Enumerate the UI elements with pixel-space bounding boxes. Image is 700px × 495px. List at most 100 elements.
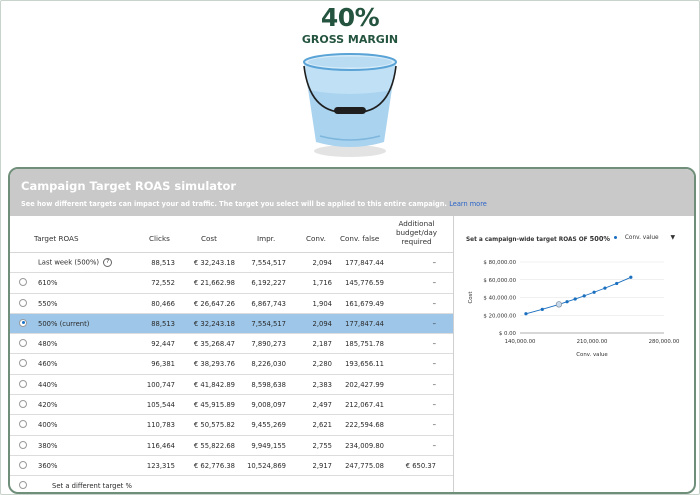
table-row[interactable]: 420% 105,544 € 45,915.89 9,008,097 2,497 212,… [10, 395, 453, 416]
cell-impr: 7,890,273 [251, 340, 286, 349]
cell-impr: 9,008,097 [251, 401, 286, 410]
cell-conv-false: 234,009.80 [345, 441, 384, 450]
cell-impr: 10,524,869 [247, 461, 286, 470]
table-row[interactable]: 550% 80,466 € 26,647.26 6,867,743 1,904 161,6… [10, 294, 453, 314]
table-row[interactable]: 460% 96,381 € 38,293.76 8,226,030 2,280 193,6… [10, 354, 453, 375]
y-tick-label: $ 0.00 [499, 331, 517, 337]
cell-target-roas: 500% (current) [38, 319, 90, 328]
cell-conv: 2,621 [312, 421, 332, 430]
learn-more-link[interactable]: Learn more [449, 200, 487, 208]
x-tick-label: 210,000.00 [577, 339, 608, 345]
cell-conv: 2,917 [312, 461, 332, 470]
x-tick-label: 280,000.00 [649, 339, 680, 345]
cell-impr: 9,455,269 [251, 421, 286, 430]
cell-cost: € 62,776.38 [193, 461, 235, 470]
cell-conv-false: 247,775.08 [345, 461, 384, 470]
roas-simulator-panel: Campaign Target ROAS simulator See how d… [8, 167, 696, 494]
data-point [582, 294, 586, 298]
chart-panel: Set a campaign-wide target ROAS OF 500% … [453, 216, 694, 492]
cell-clicks: 110,783 [146, 421, 175, 430]
cell-cost: € 32,243.18 [193, 319, 235, 328]
radio-button[interactable] [19, 481, 27, 490]
table-row[interactable]: 400% 110,783 € 50,575.82 9,455,269 2,621 222,… [10, 415, 453, 436]
table-row[interactable]: 500% (current) 88,513 € 32,243.18 7,554,517… [10, 313, 453, 335]
cell-cost: € 32,243.18 [193, 259, 235, 267]
cell-conv: 2,094 [312, 259, 332, 267]
data-point [615, 281, 619, 286]
cell-target-roas: 400% [38, 421, 58, 430]
cell-cost: € 21,662.98 [193, 279, 235, 288]
cell-clicks: 92,447 [151, 340, 175, 349]
radio-button[interactable] [19, 420, 27, 429]
y-tick-label: $ 20,000.00 [483, 313, 516, 319]
cell-clicks: 72,552 [151, 279, 175, 288]
radio-button[interactable] [19, 339, 27, 348]
radio-button[interactable] [19, 400, 27, 409]
cell-budget: – [432, 421, 436, 430]
data-point [540, 307, 544, 311]
cell-impr: 7,554,517 [251, 259, 286, 267]
cell-clicks: 96,381 [151, 360, 175, 369]
cell-cost: € 50,575.82 [193, 421, 235, 430]
y-axis-label: Cost [468, 292, 474, 304]
radio-button[interactable] [19, 318, 27, 327]
cell-impr: 7,554,517 [251, 319, 286, 328]
cell-impr: 8,598,638 [251, 380, 286, 389]
cell-clicks: 88,513 [151, 319, 175, 328]
table-row-last-week: Last week (500%) ? 88,513 € 32,243.18 7,… [10, 253, 453, 274]
y-tick-label: $ 60,000.00 [483, 278, 516, 284]
cell-target-roas: 360% [38, 461, 58, 470]
data-point [592, 290, 596, 294]
cell-budget: – [432, 401, 436, 410]
table-row-different-target[interactable]: Set a different target % [10, 476, 453, 492]
gross-margin-percent: 40% [320, 3, 380, 32]
cell-clicks: 105,544 [146, 401, 175, 410]
radio-button[interactable] [19, 298, 27, 307]
table-row[interactable]: 480% 92,447 € 35,268.47 7,890,273 2,187 185,7… [10, 334, 453, 355]
table-body: 610% 72,552 € 21,662.98 6,192,227 1,716 145,7… [10, 273, 453, 477]
cell-conv-false: 193,656.11 [345, 360, 384, 369]
radio-button[interactable] [19, 278, 27, 287]
different-target-label: Set a different target % [52, 482, 132, 491]
cell-cost: € 55,822.68 [193, 441, 235, 450]
cell-impr: 9,949,155 [251, 441, 286, 450]
cell-cost: € 41,842.89 [193, 380, 235, 389]
header-budget-line3: required [401, 237, 432, 246]
cell-target-roas: 420% [38, 401, 58, 410]
cell-clicks: 100,747 [146, 380, 175, 389]
radio-button[interactable] [19, 460, 27, 469]
cell-conv: 2,497 [312, 401, 332, 410]
table-row[interactable]: 610% 72,552 € 21,662.98 6,192,227 1,716 145,7… [10, 273, 453, 294]
cell-conv: 2,094 [312, 319, 332, 328]
table-row[interactable]: 440% 100,747 € 41,842.89 8,598,638 2,383 202,… [10, 375, 453, 396]
cell-budget: € 650.37 [405, 461, 436, 470]
radio-button[interactable] [19, 379, 27, 388]
cell-target-roas: 610% [38, 279, 58, 288]
data-point [629, 275, 633, 279]
table-row[interactable]: 380% 116,464 € 55,822.68 9,949,155 2,755 234,… [10, 436, 453, 456]
cell-cost: € 26,647.26 [193, 299, 235, 308]
y-tick-label: $ 80,000.00 [483, 260, 516, 266]
cell-cost: € 35,268.47 [193, 340, 235, 349]
cell-clicks: 123,315 [146, 461, 175, 470]
cell-conv-false: 185,751.78 [345, 340, 384, 349]
cell-clicks: 88,513 [151, 259, 175, 267]
cell-conv: 2,755 [312, 441, 332, 450]
cell-impr: 6,867,743 [251, 299, 286, 308]
table-row[interactable]: 360% 123,315 € 62,776.38 10,524,869 2,917 247… [10, 456, 453, 477]
cell-target-roas: 440% [38, 380, 58, 389]
help-icon[interactable]: ? [103, 258, 113, 267]
cell-conv: 2,383 [312, 380, 332, 389]
radio-button[interactable] [19, 440, 27, 449]
cell-target-roas: 550% [38, 299, 58, 308]
cell-conv-false: 222,594.68 [345, 421, 384, 430]
cell-impr: 6,192,227 [251, 279, 286, 288]
header-clicks: Clicks [149, 234, 170, 243]
cell-conv: 2,280 [312, 360, 332, 369]
selected-data-point [555, 301, 563, 308]
y-tick-label: $ 40,000.00 [483, 296, 516, 302]
radio-button[interactable] [19, 359, 27, 368]
header-cost: Cost [201, 234, 217, 243]
cell-conv: 1,716 [312, 279, 332, 288]
roas-line-chart: $ 0.00 $ 20,000.00 $ 40,000.00 $ 60,000.00 $… [468, 260, 680, 358]
